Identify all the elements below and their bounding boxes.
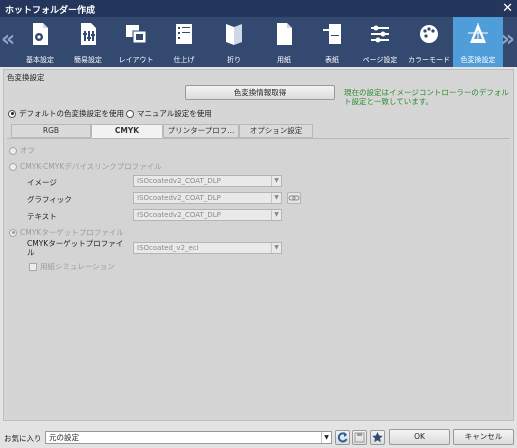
checkbox-indicator	[29, 262, 37, 271]
chevron-down-icon: ▼	[271, 176, 281, 186]
toolbar-color-mode[interactable]: カラーモード	[404, 17, 454, 67]
toolbar-color-conversion[interactable]: 色変換設定	[453, 17, 503, 67]
favorites-label: お気に入り	[4, 434, 42, 443]
target-profile-label: CMYKターゲットプロファイ ル	[27, 239, 123, 257]
save-icon	[354, 432, 365, 443]
window-title: ホットフォルダー作成	[5, 6, 96, 16]
radio-indicator	[126, 109, 134, 118]
select-value: ISOcoatedv2_COAT_DLP	[137, 211, 221, 219]
scroll-right-icon[interactable]: »	[501, 27, 515, 52]
cmyk-tab-content: オフ CMYK-CMYKデバイスリンクプロファイル イメージ ISOcoated…	[7, 138, 510, 416]
graphic-profile-select[interactable]: ISOcoatedv2_COAT_DLP ▼	[133, 192, 282, 204]
toolbar-layout[interactable]: レイアウト	[111, 17, 161, 67]
paper-icon	[277, 23, 292, 45]
radio-default-settings[interactable]: デフォルトの色変換設定を使用	[8, 108, 124, 119]
select-value: ISOcoated_v2_eci	[137, 244, 199, 252]
toolbar-label: 色変換設定	[460, 56, 496, 64]
radio-label: オフ	[20, 146, 35, 155]
color-conversion-icon	[468, 23, 488, 43]
cancel-button[interactable]: キャンセル	[453, 429, 514, 445]
toolbar-finishing[interactable]: 仕上げ	[159, 17, 209, 67]
save-button[interactable]	[352, 430, 367, 445]
tab-options[interactable]: オプション設定	[239, 124, 313, 138]
radio-indicator	[9, 228, 17, 237]
tab-rgb[interactable]: RGB	[11, 124, 91, 138]
tab-cmyk[interactable]: CMYK	[91, 124, 163, 138]
radio-indicator	[9, 146, 17, 155]
favorite-settings-button[interactable]	[370, 430, 385, 445]
settings-toolbar: « 基本設定 簡易設定 レイアウト 仕上げ 折り 用紙 表紙 ページ設定 カラー…	[0, 17, 517, 67]
chevron-down-icon: ▼	[321, 432, 331, 443]
link-profiles-button[interactable]	[287, 192, 301, 204]
color-mode-icon	[420, 25, 438, 43]
text-label: テキスト	[27, 212, 57, 221]
section-title: 色変換設定	[7, 73, 45, 82]
close-icon[interactable]: ✕	[502, 1, 513, 16]
color-conversion-pane: 色変換設定 色変換情報取得 現在の設定はイメージコントローラーのデフォルト設定と…	[3, 69, 514, 421]
paper-simulation-checkbox[interactable]: 用紙シミュレーション	[29, 261, 115, 272]
chevron-down-icon: ▼	[271, 210, 281, 220]
chevron-down-icon: ▼	[271, 243, 281, 253]
image-label: イメージ	[27, 178, 57, 187]
cover-icon	[323, 24, 341, 44]
refresh-button[interactable]	[335, 430, 350, 445]
toolbar-basic-settings[interactable]: 基本設定	[15, 17, 65, 67]
toolbar-page-settings[interactable]: ページ設定	[355, 17, 405, 67]
radio-devicelink-profile[interactable]: CMYK-CMYKデバイスリンクプロファイル	[9, 161, 162, 172]
radio-indicator	[8, 109, 16, 118]
toolbar-paper[interactable]: 用紙	[259, 17, 309, 67]
toolbar-quick-settings[interactable]: 簡易設定	[63, 17, 113, 67]
graphic-label: グラフィック	[27, 195, 72, 204]
radio-label: CMYK-CMYKデバイスリンクプロファイル	[20, 162, 162, 171]
checkbox-label: 用紙シミュレーション	[40, 262, 115, 271]
radio-indicator	[9, 162, 17, 171]
quick-settings-icon	[81, 23, 96, 45]
page-settings-icon	[371, 25, 389, 43]
select-value: 元の設定	[49, 433, 79, 442]
scroll-left-icon[interactable]: «	[1, 27, 15, 52]
tab-printer-profile[interactable]: プリンタープロフ...	[163, 124, 239, 138]
fold-icon	[226, 24, 242, 45]
radio-label: デフォルトの色変換設定を使用	[19, 109, 124, 118]
layout-icon	[126, 25, 147, 44]
get-color-info-button[interactable]: 色変換情報取得	[185, 85, 335, 100]
star-icon	[372, 432, 383, 443]
basic-settings-icon	[33, 23, 48, 45]
text-profile-select[interactable]: ISOcoatedv2_COAT_DLP ▼	[133, 209, 282, 221]
bottom-bar: お気に入り 元の設定 ▼ OK キャンセル	[0, 427, 517, 448]
radio-label: マニュアル設定を使用	[137, 109, 212, 118]
ok-button[interactable]: OK	[389, 429, 450, 445]
radio-cmyk-target-profile[interactable]: CMYKターゲットプロファイル	[9, 227, 124, 238]
target-profile-select[interactable]: ISOcoated_v2_eci ▼	[133, 242, 282, 254]
info-message: 現在の設定はイメージコントローラーのデフォルト設定と一致しています。	[344, 88, 509, 106]
radio-label: CMYKターゲットプロファイル	[20, 228, 124, 237]
chevron-down-icon: ▼	[271, 193, 281, 203]
favorites-select[interactable]: 元の設定 ▼	[45, 431, 332, 444]
radio-manual-settings[interactable]: マニュアル設定を使用	[126, 108, 212, 119]
target-profile-label-line2: ル	[27, 248, 35, 257]
toolbar-fold[interactable]: 折り	[209, 17, 259, 67]
finishing-icon	[176, 24, 192, 44]
title-bar: ホットフォルダー作成 ✕	[0, 0, 517, 17]
select-value: ISOcoatedv2_COAT_DLP	[137, 177, 221, 185]
target-profile-label-line1: CMYKターゲットプロファイ	[27, 239, 124, 248]
refresh-icon	[337, 432, 348, 443]
link-icon	[288, 195, 300, 201]
image-profile-select[interactable]: ISOcoatedv2_COAT_DLP ▼	[133, 175, 282, 187]
radio-off[interactable]: オフ	[9, 145, 35, 156]
toolbar-cover[interactable]: 表紙	[307, 17, 357, 67]
select-value: ISOcoatedv2_COAT_DLP	[137, 194, 221, 202]
